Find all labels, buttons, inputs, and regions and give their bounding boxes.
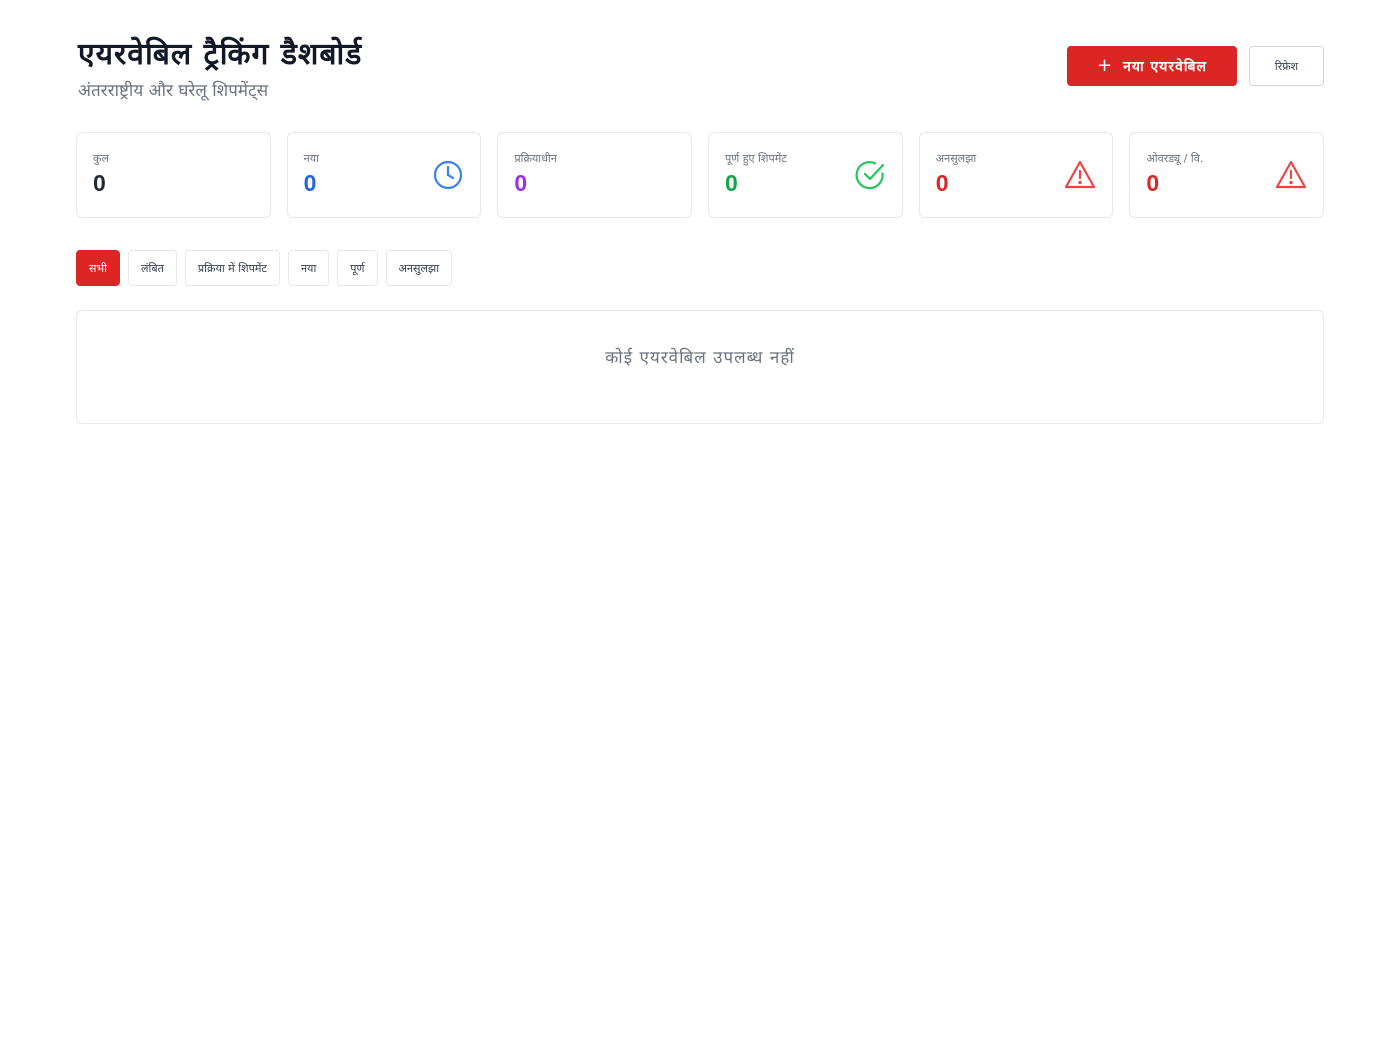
page-subtitle: अंतरराष्ट्रीय और घरेलू शिपमेंट्स bbox=[78, 81, 269, 101]
stat-value: 0 bbox=[93, 170, 106, 196]
page-header: एयरवेबिल ट्रैकिंग डैशबोर्ड अंतरराष्ट्रीय… bbox=[76, 30, 1324, 102]
stat-card-total: कुल 0 bbox=[76, 132, 271, 218]
clock-icon bbox=[434, 160, 463, 190]
stats-row: कुल 0 नया 0 प्रक्रियाधीन 0 पूर्ण हुए शिप… bbox=[76, 132, 1325, 218]
plus-icon: + bbox=[1097, 55, 1114, 76]
stat-label: प्रक्रियाधीन bbox=[514, 152, 557, 165]
filter-completed[interactable]: पूर्ण bbox=[337, 250, 378, 286]
filter-new[interactable]: नया bbox=[287, 250, 330, 286]
filter-pending[interactable]: लंबित bbox=[128, 250, 177, 286]
stat-value: 0 bbox=[514, 170, 528, 196]
stat-label: कुल bbox=[93, 152, 109, 165]
stat-card-overdue: ओवरड्यू / वि. 0 bbox=[1129, 132, 1325, 218]
filter-in-process[interactable]: प्रक्रिया में शिपमेंट bbox=[184, 250, 280, 286]
filter-unresolved[interactable]: अनसुलझा bbox=[385, 250, 453, 286]
check-circle-icon bbox=[855, 161, 884, 190]
stat-card-processing: प्रक्रियाधीन 0 bbox=[497, 132, 693, 218]
warning-icon bbox=[1065, 160, 1096, 189]
filter-tabs: सभी लंबित प्रक्रिया में शिपमेंट नया पूर्… bbox=[76, 250, 453, 286]
new-airwaybill-button-label: नया एयरवेबिल bbox=[1123, 58, 1207, 75]
refresh-button[interactable]: रिफ्रेश bbox=[1249, 46, 1324, 86]
stat-card-completed: पूर्ण हुए शिपमेंट 0 bbox=[708, 132, 903, 218]
stat-card-unresolved: अनसुलझा 0 bbox=[918, 132, 1114, 218]
page-title: एयरवेबिल ट्रैकिंग डैशबोर्ड bbox=[78, 37, 363, 72]
empty-state-message: कोई एयरवेबिल उपलब्ध नहीं bbox=[605, 348, 795, 368]
warning-icon bbox=[1275, 160, 1307, 189]
new-airwaybill-button[interactable]: + नया एयरवेबिल bbox=[1067, 46, 1237, 86]
airwaybill-list-panel: कोई एयरवेबिल उपलब्ध नहीं bbox=[76, 310, 1324, 424]
filter-all[interactable]: सभी bbox=[76, 250, 121, 286]
stat-card-new: नया 0 bbox=[286, 132, 482, 218]
